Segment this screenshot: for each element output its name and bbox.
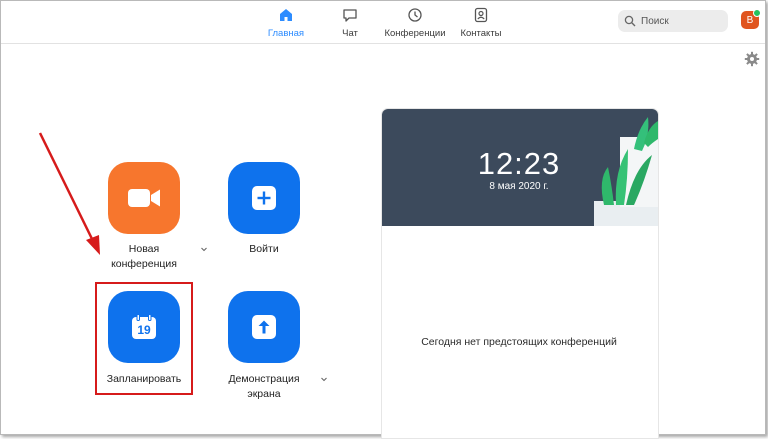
tab-home-label: Главная <box>267 28 305 39</box>
tab-chat[interactable]: Чат <box>320 7 380 39</box>
new-meeting-label-line2: конференция <box>111 258 177 270</box>
no-meetings-text: Сегодня нет предстоящих конференций <box>421 336 617 348</box>
tab-contacts[interactable]: Контакты <box>451 7 511 39</box>
annotation-arrow <box>38 132 100 255</box>
online-status-dot <box>753 9 761 17</box>
clock-date: 8 мая 2020 г. <box>489 181 549 192</box>
search-label: Поиск <box>641 15 669 27</box>
clock-time: 12:23 <box>477 146 561 181</box>
tab-meetings-label: Конференции <box>384 28 446 39</box>
top-nav-bar: Главная Чат Конференции Контакты Поиск В <box>1 1 765 44</box>
avatar[interactable]: В <box>741 9 761 29</box>
tab-home[interactable]: Главная <box>256 7 316 39</box>
join-label: Войти <box>249 243 279 255</box>
search-icon <box>624 15 636 27</box>
share-screen-label-line2: экрана <box>247 388 281 400</box>
new-meeting-label-line1: Новая <box>128 243 160 255</box>
new-meeting-button[interactable] <box>108 162 180 234</box>
share-screen-label: Демонстрация экрана <box>214 372 314 402</box>
search-box[interactable]: Поиск <box>618 10 728 32</box>
gear-icon[interactable] <box>744 51 760 67</box>
avatar-initial: В <box>746 14 754 26</box>
share-screen-button[interactable] <box>228 291 300 363</box>
video-camera-icon <box>128 189 160 207</box>
home-icon <box>280 9 292 21</box>
join-button[interactable] <box>228 162 300 234</box>
clock-icon <box>408 8 422 22</box>
plus-icon <box>252 186 276 210</box>
arrow-up-icon <box>252 315 276 339</box>
chat-icon <box>343 9 357 22</box>
chevron-down-icon[interactable] <box>320 375 328 383</box>
tab-chat-label: Чат <box>342 28 358 39</box>
contacts-icon <box>474 7 488 23</box>
annotation-highlight-box <box>95 282 193 395</box>
tab-contacts-label: Контакты <box>460 28 502 39</box>
chevron-down-icon[interactable] <box>200 245 208 253</box>
tab-meetings[interactable]: Конференции <box>384 7 446 39</box>
share-screen-label-line1: Демонстрация <box>228 373 300 385</box>
new-meeting-label: Новая конференция <box>100 242 188 272</box>
